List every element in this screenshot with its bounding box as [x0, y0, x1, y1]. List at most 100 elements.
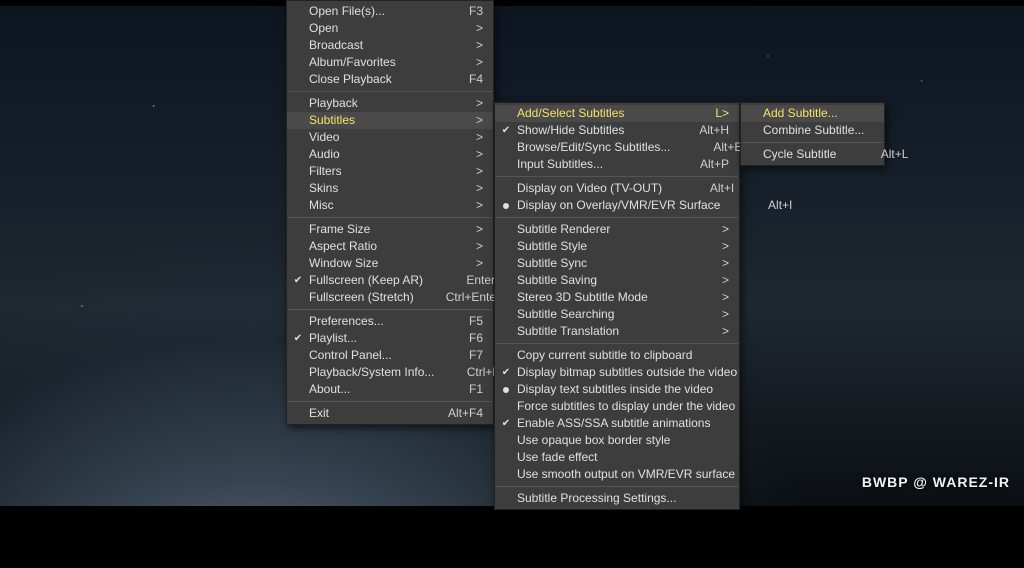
menu-open[interactable]: Open >	[287, 20, 493, 37]
menu-shortcut: F5	[435, 313, 483, 330]
menu-label: Aspect Ratio	[309, 238, 469, 255]
menu-playlist[interactable]: ✔ Playlist... F6	[287, 330, 493, 347]
submenu-arrow-icon: >	[715, 289, 729, 306]
menu-label: Show/Hide Subtitles	[517, 122, 681, 139]
checkmark-icon: ✔	[287, 330, 309, 347]
menu-separator	[288, 309, 492, 310]
menu-label: Subtitles	[309, 112, 469, 129]
menu-video[interactable]: Video >	[287, 129, 493, 146]
menu-label: Input Subtitles...	[517, 156, 681, 173]
menu-label: Add/Select Subtitles	[517, 105, 681, 122]
menu-preferences[interactable]: Preferences... F5	[287, 313, 493, 330]
menu-label: Enable ASS/SSA subtitle animations	[517, 415, 734, 432]
menu-shortcut: F3	[435, 3, 483, 20]
menu-label: Display on Overlay/VMR/EVR Surface	[517, 197, 744, 214]
menu-album-favorites[interactable]: Album/Favorites >	[287, 54, 493, 71]
menu-add-subtitle[interactable]: Add Subtitle...	[741, 105, 884, 122]
menu-label: Subtitle Style	[517, 238, 715, 255]
menu-stereo-3d-mode[interactable]: Stereo 3D Subtitle Mode >	[495, 289, 739, 306]
menu-broadcast[interactable]: Broadcast >	[287, 37, 493, 54]
menu-exit[interactable]: Exit Alt+F4	[287, 405, 493, 422]
menu-label: Display text subtitles inside the video	[517, 381, 737, 398]
menu-show-hide-subtitles[interactable]: ✔ Show/Hide Subtitles Alt+H	[495, 122, 739, 139]
menu-shortcut: F1	[435, 381, 483, 398]
menu-separator	[288, 401, 492, 402]
menu-label: About...	[309, 381, 435, 398]
submenu-arrow-icon: >	[469, 255, 483, 272]
menu-opaque-box[interactable]: Use opaque box border style	[495, 432, 739, 449]
menu-subtitle-style[interactable]: Subtitle Style >	[495, 238, 739, 255]
menu-shortcut: Alt+E	[694, 139, 742, 156]
menu-filters[interactable]: Filters >	[287, 163, 493, 180]
menu-label: Browse/Edit/Sync Subtitles...	[517, 139, 694, 156]
menu-browse-edit-sync[interactable]: Browse/Edit/Sync Subtitles... Alt+E	[495, 139, 739, 156]
menu-label: Use fade effect	[517, 449, 729, 466]
menu-label: Cycle Subtitle	[763, 146, 860, 163]
menu-smooth-output[interactable]: Use smooth output on VMR/EVR surface	[495, 466, 739, 483]
menu-shortcut: F7	[435, 347, 483, 364]
menu-label: Misc	[309, 197, 469, 214]
menu-label: Control Panel...	[309, 347, 435, 364]
menu-subtitle-sync[interactable]: Subtitle Sync >	[495, 255, 739, 272]
menu-enable-ass-ssa[interactable]: ✔ Enable ASS/SSA subtitle animations	[495, 415, 739, 432]
menu-window-size[interactable]: Window Size >	[287, 255, 493, 272]
menu-separator	[496, 176, 738, 177]
menu-label: Display bitmap subtitles outside the vid…	[517, 364, 761, 381]
menu-cycle-subtitle[interactable]: Cycle Subtitle Alt+L	[741, 146, 884, 163]
menu-label: Filters	[309, 163, 469, 180]
menu-separator	[288, 217, 492, 218]
menu-input-subtitles[interactable]: Input Subtitles... Alt+P	[495, 156, 739, 173]
menu-force-under[interactable]: Force subtitles to display under the vid…	[495, 398, 739, 415]
menu-label: Subtitle Renderer	[517, 221, 715, 238]
menu-label: Open	[309, 20, 469, 37]
menu-separator	[496, 343, 738, 344]
menu-label: Exit	[309, 405, 435, 422]
watermark-text: BWBP @ WAREZ-IR	[862, 474, 1010, 490]
menu-subtitle-processing-settings[interactable]: Subtitle Processing Settings...	[495, 490, 739, 507]
radio-dot-icon	[495, 203, 517, 209]
menu-audio[interactable]: Audio >	[287, 146, 493, 163]
menu-add-select-subtitles[interactable]: Add/Select Subtitles L>	[495, 105, 739, 122]
menu-control-panel[interactable]: Control Panel... F7	[287, 347, 493, 364]
menu-subtitles[interactable]: Subtitles >	[287, 112, 493, 129]
menu-subtitle-saving[interactable]: Subtitle Saving >	[495, 272, 739, 289]
menu-skins[interactable]: Skins >	[287, 180, 493, 197]
menu-text-inside[interactable]: Display text subtitles inside the video	[495, 381, 739, 398]
submenu-arrow-icon: >	[469, 112, 483, 129]
menu-subtitle-searching[interactable]: Subtitle Searching >	[495, 306, 739, 323]
context-menu-add-select: Add Subtitle... Combine Subtitle... Cycl…	[740, 102, 885, 166]
menu-subtitle-renderer[interactable]: Subtitle Renderer >	[495, 221, 739, 238]
menu-playback-sysinfo[interactable]: Playback/System Info... Ctrl+F1	[287, 364, 493, 381]
menu-misc[interactable]: Misc >	[287, 197, 493, 214]
checkmark-icon: ✔	[287, 272, 309, 289]
menu-playback[interactable]: Playback >	[287, 95, 493, 112]
menu-shortcut: Alt+F4	[435, 405, 483, 422]
menu-display-tv-out[interactable]: Display on Video (TV-OUT) Alt+I	[495, 180, 739, 197]
menu-close-playback[interactable]: Close Playback F4	[287, 71, 493, 88]
submenu-arrow-icon: >	[715, 323, 729, 340]
menu-label: Subtitle Searching	[517, 306, 715, 323]
menu-label: Close Playback	[309, 71, 435, 88]
menu-fade-effect[interactable]: Use fade effect	[495, 449, 739, 466]
menu-shortcut: Enter	[447, 272, 495, 289]
menu-shortcut: Alt+I	[744, 197, 792, 214]
menu-display-overlay[interactable]: Display on Overlay/VMR/EVR Surface Alt+I	[495, 197, 739, 214]
menu-combine-subtitle[interactable]: Combine Subtitle...	[741, 122, 884, 139]
menu-shortcut: L>	[681, 105, 729, 122]
menu-label: Fullscreen (Keep AR)	[309, 272, 447, 289]
submenu-arrow-icon: >	[715, 221, 729, 238]
menu-label: Subtitle Sync	[517, 255, 715, 272]
menu-bitmap-outside[interactable]: ✔ Display bitmap subtitles outside the v…	[495, 364, 739, 381]
submenu-arrow-icon: >	[469, 129, 483, 146]
menu-about[interactable]: About... F1	[287, 381, 493, 398]
menu-aspect-ratio[interactable]: Aspect Ratio >	[287, 238, 493, 255]
menu-label: Playback/System Info...	[309, 364, 458, 381]
menu-fullscreen-stretch[interactable]: Fullscreen (Stretch) Ctrl+Enter	[287, 289, 493, 306]
menu-frame-size[interactable]: Frame Size >	[287, 221, 493, 238]
checkmark-icon: ✔	[495, 364, 517, 381]
checkmark-icon: ✔	[495, 415, 517, 432]
menu-copy-subtitle-clipboard[interactable]: Copy current subtitle to clipboard	[495, 347, 739, 364]
menu-subtitle-translation[interactable]: Subtitle Translation >	[495, 323, 739, 340]
menu-fullscreen-keep-ar[interactable]: ✔ Fullscreen (Keep AR) Enter	[287, 272, 493, 289]
menu-open-files[interactable]: Open File(s)... F3	[287, 3, 493, 20]
